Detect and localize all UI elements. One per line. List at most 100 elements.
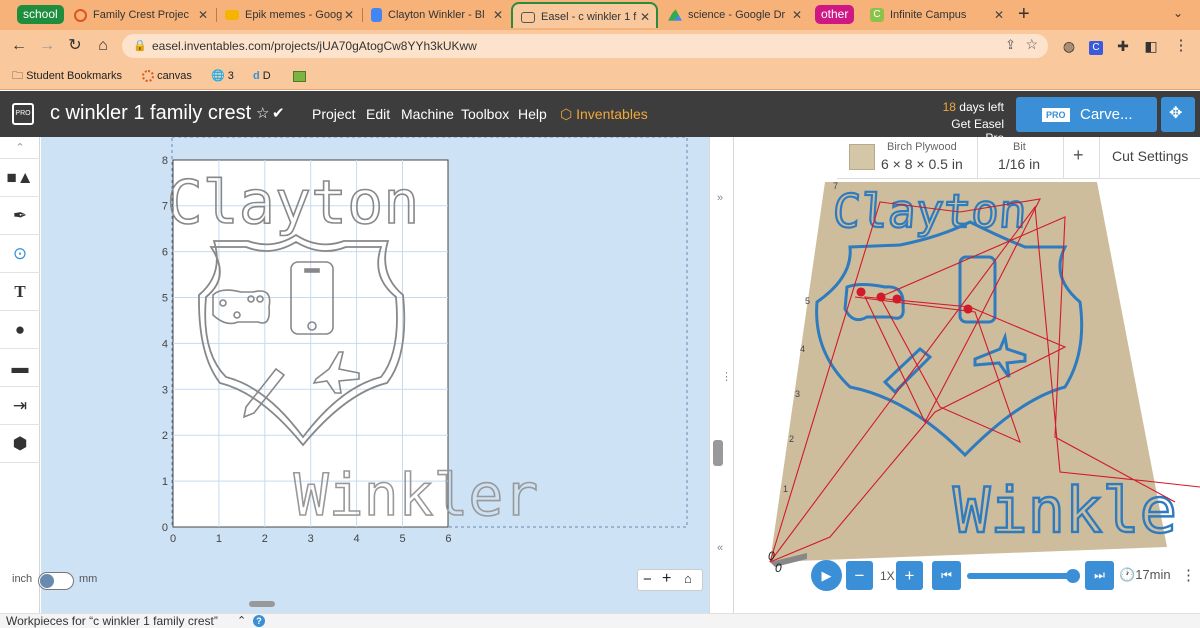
jog-move-button[interactable]: ✥ [1161,97,1195,132]
3d-tool[interactable]: ⬢ [0,425,40,463]
tab-search-chevron-icon[interactable]: ⌄ [1173,6,1183,20]
workpieces-bar[interactable]: Workpieces for “c winkler 1 family crest… [0,613,1200,628]
add-bit-button[interactable]: + [1073,145,1084,166]
forward-arrow-icon[interactable]: → [36,35,58,57]
pen-tool[interactable]: ✒ [0,197,40,235]
pen-icon: ✒ [12,206,28,225]
canvas-favicon-icon [74,8,87,22]
unit-toggle[interactable] [38,572,74,590]
close-icon[interactable]: ✕ [493,2,503,28]
icons-tool[interactable]: ● [0,311,40,349]
cut-settings-button[interactable]: Cut Settings [1112,148,1188,164]
lock-icon[interactable]: 🔒 [133,39,147,52]
carve-preview[interactable]: Clayton Winkle 754321 0 0 Birch Plywood … [735,137,1200,613]
bookmark-star-icon[interactable]: ☆ [1025,36,1038,53]
canvas-icon [142,70,154,83]
tab-science-drive[interactable]: science - Google Dr ✕ [660,2,808,28]
speed-down-button[interactable]: − [846,561,873,590]
zoom-in-button[interactable]: + [662,570,671,588]
unit-mm-label: mm [79,573,98,585]
extension-shield-icon[interactable]: ◍ [1058,35,1080,57]
menu-help[interactable]: Help [518,106,547,122]
bookmark-image[interactable] [293,67,306,85]
unit-toggle-knob [40,574,54,588]
slides-favicon-icon [225,10,239,21]
puzzle-extensions-icon[interactable]: ✚ [1112,35,1134,57]
y-tick-label: 2 [162,430,168,442]
skip-back-button[interactable]: ⏮ [932,561,961,590]
back-arrow-icon[interactable]: ← [8,35,30,57]
material-size[interactable]: 6 × 8 × 0.5 in [881,156,963,172]
drag-handle-icon[interactable]: ⋮ [721,370,732,383]
bookmark-d[interactable]: d D [253,67,271,85]
tab-clayton-winkler-doc[interactable]: Clayton Winkler - Bl ✕ [363,2,509,28]
collapse-chevron-icon[interactable]: « [717,542,723,554]
tab-group-other[interactable]: other [815,5,855,24]
vertical-scrollbar[interactable] [713,440,723,466]
favorite-star-icon[interactable]: ☆ [256,104,269,122]
tab-easel[interactable]: Easel - c winkler 1 f ✕ [511,2,658,28]
expand-chevron-icon[interactable]: » [717,192,723,204]
point-tool[interactable]: ⊙ [0,235,40,273]
tab-infinite-campus[interactable]: C Infinite Campus ✕ [862,2,1010,28]
text-tool[interactable]: T [0,273,40,311]
bookmark-student-bookmarks[interactable]: 🗀 Student Bookmarks [12,67,122,85]
play-button[interactable]: ▶ [811,560,842,591]
design-text-bottom[interactable]: Winkler [293,460,539,530]
zoom-home-icon[interactable]: ⌂ [684,571,692,586]
new-tab-button[interactable]: + [1018,3,1030,26]
close-icon[interactable]: ✕ [198,2,208,28]
playback-track[interactable] [967,569,1080,583]
kebab-menu-icon[interactable]: ⋮ [1170,35,1192,57]
more-options-icon[interactable]: ⋮ [1181,566,1196,584]
tab-epik-memes[interactable]: Epik memes - Goog ✕ [217,2,360,28]
svg-text:2: 2 [789,434,794,444]
tab-family-crest[interactable]: Family Crest Projec ✕ [66,2,214,28]
menu-toolbox[interactable]: Toolbox [461,106,509,122]
bit-size[interactable]: 1/16 in [998,156,1040,172]
playback-knob[interactable] [1065,569,1080,583]
apps-tool[interactable]: ▬ [0,349,40,387]
close-icon[interactable]: ✕ [344,2,354,28]
menu-project[interactable]: Project [312,106,356,122]
collapse-chevron-icon[interactable]: ⌃ [0,137,40,159]
shapes-tool[interactable]: ■▲ [0,159,40,197]
help-icon[interactable]: ? [253,615,265,627]
design-canvas[interactable]: 0123456 012345678 Clayton Winkler inch m… [12,136,709,613]
origin-label-x: 0 [768,549,775,563]
extension-c-icon[interactable]: C [1089,41,1103,55]
close-icon[interactable]: ✕ [640,4,650,28]
bookmark-3[interactable]: 🌐 3 [211,67,234,85]
bookmark-canvas[interactable]: canvas [142,67,192,85]
reload-icon[interactable]: ↻ [64,35,86,57]
zoom-out-button[interactable]: − [643,571,652,588]
x-tick-label: 5 [399,533,405,545]
material-swatch[interactable] [849,144,875,170]
side-panel-icon[interactable]: ◧ [1140,35,1162,57]
play-icon: ▶ [821,568,832,583]
material-name[interactable]: Birch Plywood [887,141,957,153]
design-text-top[interactable]: Clayton [166,167,420,239]
close-icon[interactable]: ✕ [994,2,1004,28]
close-icon[interactable]: ✕ [792,2,802,28]
carve-button[interactable]: PRO Carve... [1016,97,1157,132]
home-icon[interactable]: ⌂ [92,35,114,57]
menu-inventables[interactable]: ⬡ Inventables [560,106,648,123]
skip-forward-button[interactable]: ⏭ [1085,561,1114,590]
clock-icon: 🕐 [1119,567,1136,582]
share-icon[interactable]: ⇪ [1005,37,1016,53]
horizontal-scrollbar[interactable] [249,601,275,607]
panel-divider[interactable]: » ⋮ « [709,137,734,613]
address-bar[interactable]: 🔒 easel.inventables.com/projects/jUA70gA… [122,34,1048,58]
speed-up-button[interactable]: + [896,561,923,590]
menu-edit[interactable]: Edit [366,106,390,122]
preview-svg[interactable]: Clayton Winkle 754321 0 0 [735,137,1200,613]
tab-group-school[interactable]: school [17,5,64,24]
text-icon: T [14,282,26,301]
canvas-svg[interactable]: 0123456 012345678 Clayton Winkler [41,136,709,613]
easel-logo-icon[interactable]: PRO [12,103,34,125]
menu-machine[interactable]: Machine [401,106,454,122]
project-title[interactable]: c winkler 1 family crest [50,102,251,125]
expand-chevron-icon[interactable]: ⌃ [237,614,246,628]
import-tool[interactable]: ⇥ [0,387,40,425]
